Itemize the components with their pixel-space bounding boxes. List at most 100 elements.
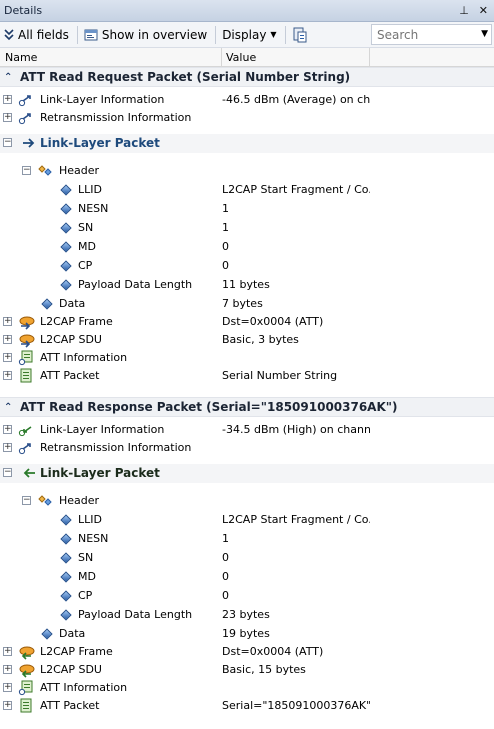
arrow-right-icon [18, 443, 31, 455]
collapse-icon[interactable]: − [3, 468, 12, 477]
arrow-right-icon [23, 138, 35, 148]
expand-icon[interactable]: + [3, 371, 12, 380]
collapse-chevron-icon[interactable]: ⌃ [4, 402, 12, 413]
tree-row-header[interactable]: − Header [0, 162, 494, 180]
export-icon [293, 27, 307, 42]
show-in-overview-button[interactable]: Show in overview [80, 24, 213, 46]
l2cap-frame-icon [19, 316, 35, 330]
collapse-chevron-icon[interactable]: ⌃ [4, 72, 12, 83]
field-diamond-icon [60, 222, 72, 234]
tree-row-field[interactable]: SN 1 [0, 219, 494, 237]
column-header: Name Value [0, 48, 494, 67]
tree-row-field[interactable]: LLID L2CAP Start Fragment / Co... [0, 181, 494, 199]
expand-icon[interactable]: + [3, 113, 12, 122]
tree-row-field[interactable]: Payload Data Length 11 bytes [0, 276, 494, 294]
arrow-right-icon [18, 113, 31, 125]
expand-icon[interactable]: + [3, 425, 12, 434]
panel-title-bar: Details ⊥ ✕ [0, 0, 494, 22]
tree-row-l2cap-sdu[interactable]: + L2CAP SDU Basic, 15 bytes [0, 661, 494, 679]
tree-row-field[interactable]: CP 0 [0, 587, 494, 605]
expand-icon[interactable]: + [3, 317, 12, 326]
tree-row-att-information[interactable]: + ATT Information [0, 349, 494, 367]
collapse-icon[interactable]: − [22, 166, 31, 175]
expand-icon[interactable]: + [3, 335, 12, 344]
expand-icon[interactable]: + [3, 443, 12, 452]
toolbar-separator [215, 25, 217, 44]
packet-title: ATT Read Response Packet (Serial="185091… [20, 400, 398, 414]
tree-row-retransmission-information[interactable]: + Retransmission Information [0, 439, 494, 457]
tree-row-field[interactable]: NESN 1 [0, 200, 494, 218]
tree-row-l2cap-sdu[interactable]: + L2CAP SDU Basic, 3 bytes [0, 331, 494, 349]
tree-row-link-layer-packet[interactable]: − Link-Layer Packet [0, 134, 494, 153]
search-input[interactable] [377, 27, 477, 42]
att-information-icon [18, 350, 33, 366]
collapse-icon[interactable]: − [3, 138, 12, 147]
field-diamond-icon [41, 298, 53, 310]
display-dropdown[interactable]: Display ▼ [218, 24, 282, 46]
toolbar-separator [284, 25, 286, 44]
l2cap-sdu-icon [19, 334, 35, 348]
l2cap-frame-icon [19, 646, 35, 660]
tree-row-l2cap-frame[interactable]: + L2CAP Frame Dst=0x0004 (ATT) [0, 643, 494, 661]
tree-row-field[interactable]: MD 0 [0, 238, 494, 256]
tree-row-link-layer-information[interactable]: + Link-Layer Information -34.5 dBm (High… [0, 421, 494, 439]
packet-group-header[interactable]: ⌃ ATT Read Request Packet (Serial Number… [0, 67, 494, 87]
field-diamond-icon [60, 571, 72, 583]
search-dropdown-icon[interactable]: ▼ [481, 29, 488, 39]
expand-icon[interactable]: + [3, 95, 12, 104]
arrow-left-icon [23, 468, 35, 478]
packet-group-header[interactable]: ⌃ ATT Read Response Packet (Serial="1850… [0, 397, 494, 417]
toolbar-separator [76, 25, 78, 44]
tree-row-att-information[interactable]: + ATT Information [0, 679, 494, 697]
tree-row-field[interactable]: CP 0 [0, 257, 494, 275]
att-packet-icon [20, 368, 32, 383]
tree-row-field[interactable]: LLID L2CAP Start Fragment / Co... [0, 511, 494, 529]
field-diamond-icon [41, 628, 53, 640]
tree-row-data[interactable]: Data 7 bytes [0, 295, 494, 313]
show-in-overview-label: Show in overview [101, 27, 208, 42]
export-button[interactable] [288, 24, 314, 46]
all-fields-label: All fields [18, 27, 69, 42]
search-box[interactable]: ▼ [371, 24, 492, 45]
column-name-header[interactable]: Name [0, 48, 222, 66]
att-information-icon [18, 680, 33, 696]
pin-icon[interactable]: ⊥ [459, 4, 469, 17]
tree-row-link-layer-information[interactable]: + Link-Layer Information -46.5 dBm (Aver… [0, 91, 494, 109]
expand-icon[interactable]: + [3, 701, 12, 710]
expand-icon[interactable]: + [3, 353, 12, 362]
field-diamond-icon [60, 241, 72, 253]
tree-row-field[interactable]: NESN 1 [0, 530, 494, 548]
tree-row-l2cap-frame[interactable]: + L2CAP Frame Dst=0x0004 (ATT) [0, 313, 494, 331]
tree-row-field[interactable]: Payload Data Length 23 bytes [0, 606, 494, 624]
expand-icon[interactable]: + [3, 683, 12, 692]
tree-row-field[interactable]: MD 0 [0, 568, 494, 586]
field-diamond-icon [60, 184, 72, 196]
column-value-header[interactable]: Value [222, 48, 370, 66]
overview-icon [84, 29, 98, 40]
collapse-icon[interactable]: − [22, 496, 31, 505]
all-fields-button[interactable]: All fields [0, 24, 75, 46]
header-fields-icon [38, 165, 52, 176]
close-icon[interactable]: ✕ [479, 4, 488, 17]
tree-row-att-packet[interactable]: + ATT Packet Serial Number String [0, 367, 494, 385]
expand-icon[interactable]: + [3, 665, 12, 674]
field-diamond-icon [60, 609, 72, 621]
field-diamond-icon [60, 514, 72, 526]
tree-row-retransmission-information[interactable]: + Retransmission Information [0, 109, 494, 127]
field-diamond-icon [60, 590, 72, 602]
field-diamond-icon [60, 533, 72, 545]
tree-row-field[interactable]: SN 0 [0, 549, 494, 567]
tree-row-att-packet[interactable]: + ATT Packet Serial="185091000376AK" [0, 697, 494, 715]
tree-row-data[interactable]: Data 19 bytes [0, 625, 494, 643]
tree-row-header[interactable]: − Header [0, 492, 494, 510]
display-label: Display [222, 27, 267, 42]
header-fields-icon [38, 495, 52, 506]
arrow-right-icon [18, 95, 31, 107]
expand-icon[interactable]: + [3, 647, 12, 656]
panel-title: Details [4, 4, 43, 17]
l2cap-sdu-icon [19, 664, 35, 678]
field-diamond-icon [60, 260, 72, 272]
tree-row-link-layer-packet[interactable]: − Link-Layer Packet [0, 464, 494, 483]
field-diamond-icon [60, 552, 72, 564]
att-packet-icon [20, 698, 32, 713]
